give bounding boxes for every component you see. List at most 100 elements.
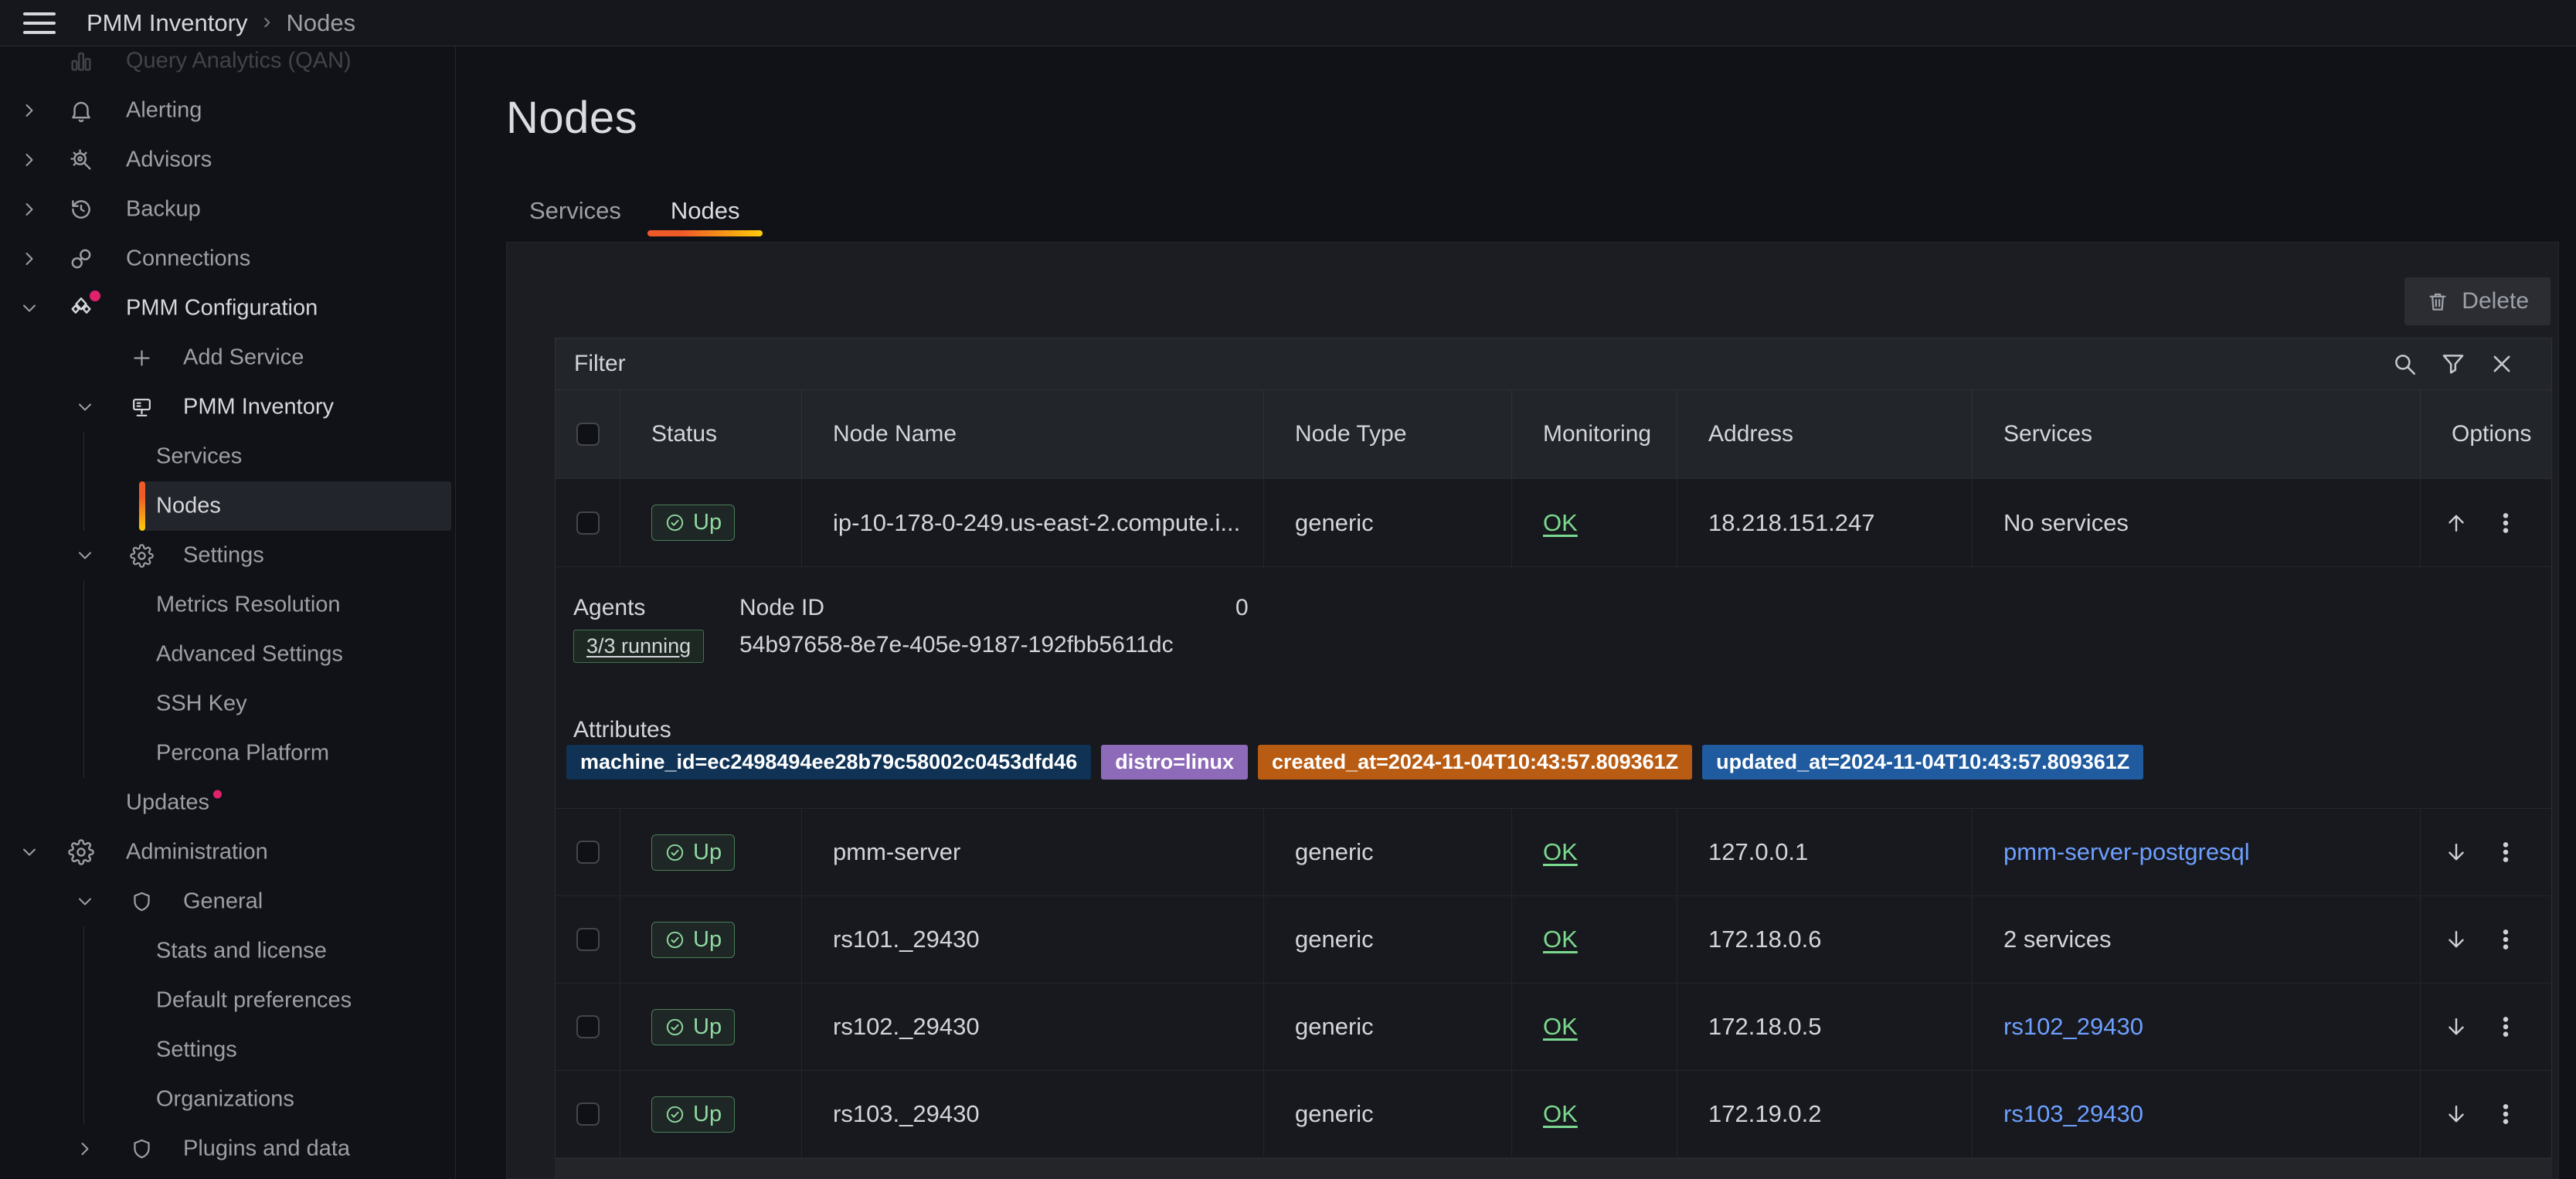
main-content: Nodes Services Nodes Delete Filter [456,46,2576,1179]
tree-guide-line [83,580,84,630]
sidebar-item-advanced-settings[interactable]: Advanced Settings [0,630,455,679]
monitoring-link[interactable]: OK [1543,838,1578,866]
select-all-checkbox[interactable] [576,423,600,446]
sidebar-item-default-preferences[interactable]: Default preferences [0,976,455,1025]
sidebar-item-organizations[interactable]: Organizations [0,1075,455,1124]
row-menu-button[interactable] [2492,1100,2520,1128]
chevron-right-icon[interactable] [74,1138,96,1160]
server-rack-icon [127,392,156,422]
attribute-badge: machine_id=ec2498494ee28b79c58002c0453df… [566,745,1091,780]
sidebar-item-ssh-key[interactable]: SSH Key [0,679,455,729]
connections-icon [66,244,96,274]
page-title: Nodes [506,91,637,145]
column-header-node-type: Node Type [1263,390,1511,478]
row-checkbox[interactable] [576,928,600,951]
sidebar-item-label: Backup [126,197,201,223]
shield-icon [127,1134,156,1164]
column-header-address: Address [1677,390,1972,478]
nodes-panel: Delete Filter StatusNode NameNode TypeMo [506,242,2559,1179]
menu-toggle-icon[interactable] [23,12,56,34]
row-menu-button[interactable] [2492,838,2520,866]
sidebar-item-updates[interactable]: Updates [0,778,455,827]
sidebar-item-backup[interactable]: Backup [0,185,455,234]
sidebar-item-metrics-resolution[interactable]: Metrics Resolution [0,580,455,630]
nodes-table: StatusNode NameNode TypeMonitoringAddres… [555,390,2552,1159]
chevron-down-icon[interactable] [74,545,96,566]
breadcrumb-item-pmm-inventory[interactable]: PMM Inventory [87,9,247,37]
sidebar-item-label: Settings [183,543,264,569]
row-checkbox[interactable] [576,1015,600,1038]
sidebar-item-plugins-and-data[interactable]: Plugins and data [0,1124,455,1174]
service-link[interactable]: pmm-server-postgresql [2003,838,2250,866]
row-checkbox[interactable] [576,841,600,864]
breadcrumb: PMM Inventory › Nodes [87,9,355,37]
row-menu-button[interactable] [2492,926,2520,953]
collapse-row-button[interactable] [2442,509,2470,537]
sidebar-item-general[interactable]: General [0,877,455,926]
sidebar-item-percona-platform[interactable]: Percona Platform [0,729,455,778]
checkbox-cell [556,984,620,1070]
hamburger-line [23,31,56,34]
sidebar-item-stats-and-license[interactable]: Stats and license [0,926,455,976]
service-link[interactable]: rs103_29430 [2003,1100,2143,1128]
service-link[interactable]: rs102_29430 [2003,1013,2143,1041]
chevron-right-icon[interactable] [19,199,40,220]
node-id-value: 54b97658-8e7e-405e-9187-192fbb5611dc [739,632,1174,658]
chevron-down-icon[interactable] [19,841,40,863]
expand-row-button[interactable] [2442,1013,2470,1041]
expand-row-button[interactable] [2442,926,2470,953]
tree-guide-line [83,630,84,679]
close-icon[interactable] [2488,350,2516,378]
sidebar-item-add-service[interactable]: Add Service [0,333,455,382]
chevron-right-icon[interactable] [19,149,40,171]
row-checkbox[interactable] [576,1103,600,1126]
delete-button[interactable]: Delete [2404,277,2551,325]
sidebar-item-services[interactable]: Services [0,432,455,481]
address-cell: 172.19.0.2 [1677,1071,1972,1157]
chevron-down-icon[interactable] [19,297,40,319]
chevron-right-icon[interactable] [19,100,40,121]
monitoring-cell: OK [1511,809,1677,895]
chevron-down-icon[interactable] [74,396,96,418]
tree-guide-line [83,432,84,481]
sidebar-item-pmm-inventory[interactable]: PMM Inventory [0,382,455,432]
chevron-right-icon[interactable] [19,248,40,270]
filter-icon[interactable] [2439,350,2467,378]
sidebar-item-administration[interactable]: Administration [0,827,455,877]
monitoring-link[interactable]: OK [1543,926,1578,953]
status-badge: Up [651,922,735,958]
sidebar-item-nodes[interactable]: Nodes [0,481,455,531]
row-menu-button[interactable] [2492,509,2520,537]
monitoring-link[interactable]: OK [1543,1100,1578,1128]
sidebar-item-connections[interactable]: Connections [0,234,455,284]
status-badge: Up [651,505,735,541]
filter-bar[interactable]: Filter [555,338,2552,390]
options-cell [2420,984,2551,1070]
expand-row-button[interactable] [2442,1100,2470,1128]
row-menu-button[interactable] [2492,1013,2520,1041]
options-cell [2420,896,2551,983]
status-badge-label: Up [693,1102,722,1127]
agents-badge[interactable]: 3/3 running [573,630,704,663]
expand-row-button[interactable] [2442,838,2470,866]
sidebar-item-alerting[interactable]: Alerting [0,86,455,135]
search-icon[interactable] [2391,350,2418,378]
chevron-down-icon[interactable] [74,891,96,912]
services-text: No services [2003,509,2129,537]
status-badge-label: Up [693,927,722,953]
sidebar-item-label: Administration [126,840,268,865]
row-checkbox[interactable] [576,511,600,535]
column-header-status: Status [620,390,801,478]
table-row: Uprs102._29430genericOK172.18.0.5rs102_2… [556,984,2551,1071]
sidebar-item-settings-general[interactable]: Settings [0,1025,455,1075]
sidebar-item-pmm-configuration[interactable]: PMM Configuration [0,284,455,333]
pagination-bar[interactable] [555,1159,2552,1179]
history-icon [66,195,96,224]
sidebar-item-advisors[interactable]: Advisors [0,135,455,185]
trash-icon [2426,290,2449,313]
monitoring-link[interactable]: OK [1543,1013,1578,1041]
sidebar-item-settings[interactable]: Settings [0,531,455,580]
tab-nodes[interactable]: Nodes [647,185,763,236]
monitoring-link[interactable]: OK [1543,509,1578,537]
tab-services[interactable]: Services [506,185,644,236]
